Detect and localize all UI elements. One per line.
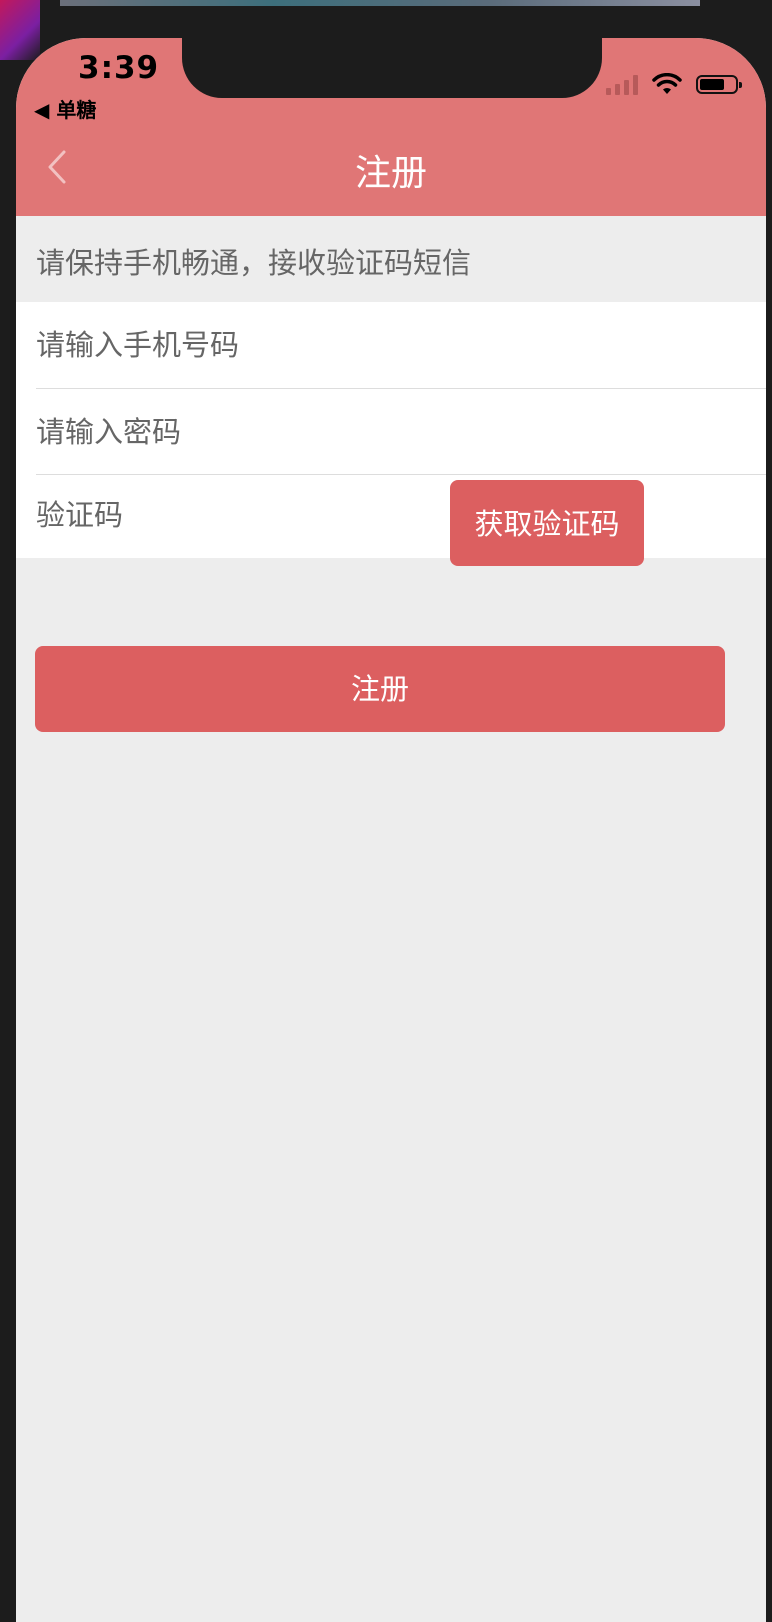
code-input[interactable] bbox=[36, 472, 436, 558]
phone-input[interactable] bbox=[36, 302, 436, 388]
register-form: 获取验证码 bbox=[16, 302, 766, 566]
password-field-row bbox=[16, 389, 766, 475]
code-field-row: 获取验证码 bbox=[16, 472, 766, 566]
device-notch bbox=[182, 38, 602, 98]
background-strip bbox=[60, 0, 700, 6]
divider bbox=[396, 558, 448, 562]
page-title: 注册 bbox=[354, 153, 427, 194]
battery-icon bbox=[696, 74, 742, 94]
sms-hint-bar: 请保持手机畅通，接收验证码短信 bbox=[16, 216, 766, 302]
get-code-button[interactable]: 获取验证码 bbox=[450, 480, 644, 566]
status-icons bbox=[606, 72, 742, 96]
wifi-icon bbox=[652, 73, 682, 94]
device-frame: 3:39 ◀ 单糖 注册 请保持手机畅通，接收验证码短信 请输入手机号码 验证码… bbox=[0, 0, 772, 1622]
app-header: 3:39 ◀ 单糖 注册 bbox=[16, 38, 766, 216]
back-to-app-link[interactable]: ◀ 单糖 bbox=[34, 94, 96, 123]
register-button[interactable]: 注册 bbox=[35, 646, 725, 732]
phone-field-row bbox=[16, 302, 766, 388]
sms-hint-text: 请保持手机畅通，接收验证码短信 bbox=[36, 246, 472, 280]
status-time: 3:39 bbox=[78, 50, 160, 86]
password-input[interactable] bbox=[36, 389, 436, 475]
signal-icon bbox=[606, 73, 638, 95]
phone-screen: 3:39 ◀ 单糖 注册 请保持手机畅通，接收验证码短信 请输入手机号码 验证码… bbox=[16, 38, 766, 1622]
